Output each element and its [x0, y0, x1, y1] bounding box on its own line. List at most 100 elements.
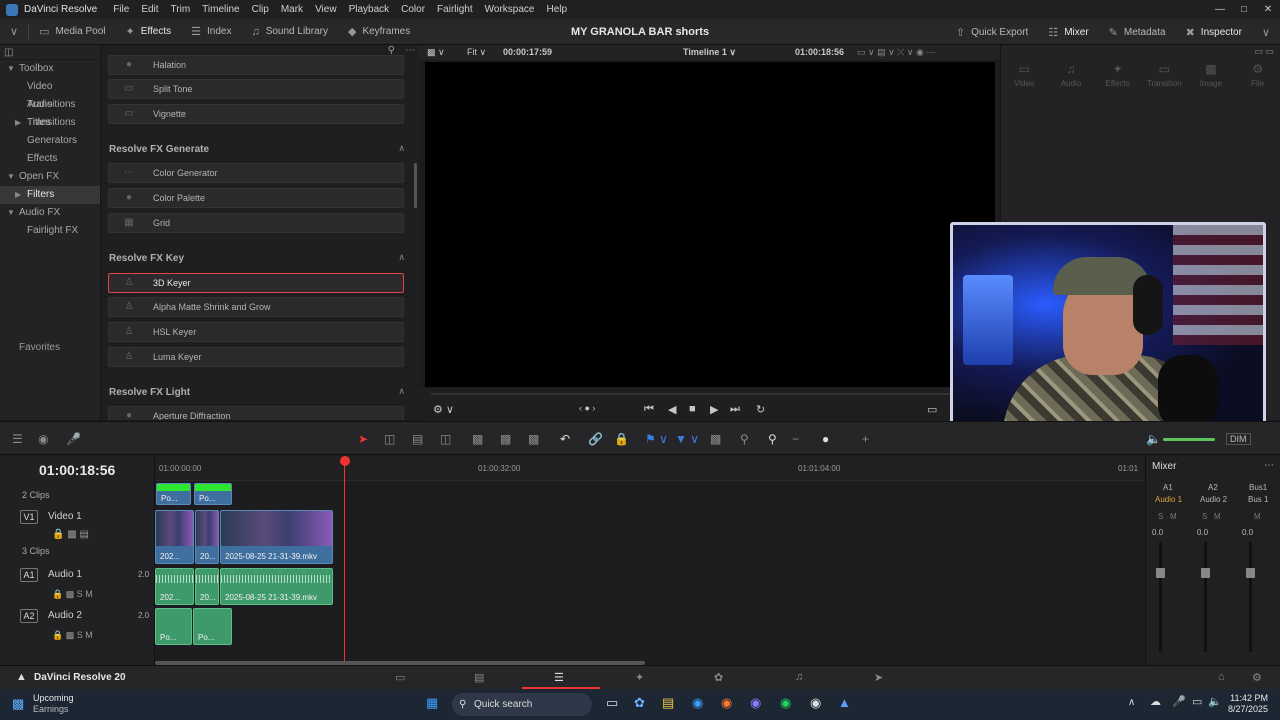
- firefox-icon[interactable]: ◉: [721, 695, 732, 711]
- fusion-page-icon[interactable]: ✦: [635, 671, 644, 684]
- sidebar-item-video-transitions[interactable]: Video Transitions: [0, 78, 100, 110]
- media-pool-button[interactable]: ▭ Media Pool: [29, 19, 115, 45]
- lock-icon[interactable]: 🔒: [614, 432, 629, 446]
- cut-page-icon[interactable]: ▤: [474, 671, 484, 684]
- tab-transition[interactable]: ▭ Transition: [1142, 62, 1186, 92]
- sidebar-item-effects[interactable]: Effects: [0, 150, 100, 168]
- index-button[interactable]: ☰ Index: [181, 19, 241, 45]
- audio-clip[interactable]: Po...: [193, 608, 232, 645]
- tab-effects[interactable]: ✦ Effects: [1096, 62, 1140, 92]
- media-page-icon[interactable]: ▭: [395, 671, 405, 684]
- tray-chevron-icon[interactable]: ∧: [1128, 697, 1135, 708]
- zoom-fit-icon[interactable]: ▩: [710, 432, 721, 446]
- color-page-icon[interactable]: ✿: [714, 671, 723, 684]
- chevron-up-icon[interactable]: ∧: [398, 252, 405, 263]
- fx-item-3d-keyer[interactable]: ♙ 3D Keyer: [108, 273, 404, 293]
- mixer-mute-bus1[interactable]: M: [1254, 512, 1261, 521]
- sidebar-favorites[interactable]: Favorites: [19, 342, 60, 353]
- mixer-name-audio1[interactable]: Audio 1: [1155, 495, 1182, 504]
- fx-item-aperture-diffraction[interactable]: ● Aperture Diffraction: [108, 406, 404, 420]
- menu-playback[interactable]: Playback: [343, 4, 396, 15]
- play-reverse-icon[interactable]: ◀: [668, 403, 676, 416]
- blade-tool-icon[interactable]: ▤: [412, 432, 423, 446]
- play-icon[interactable]: ▶: [710, 403, 718, 416]
- menu-timeline[interactable]: Timeline: [196, 4, 245, 15]
- selection-tool-icon[interactable]: ➤: [358, 432, 368, 446]
- mic-icon[interactable]: 🎤: [66, 432, 81, 446]
- menu-trim[interactable]: Trim: [165, 4, 197, 15]
- fullscreen-icon[interactable]: ▭: [927, 403, 937, 416]
- skip-to-start-icon[interactable]: ⏮: [644, 403, 654, 416]
- speaker-icon[interactable]: 🔈: [1146, 432, 1161, 446]
- more-options-icon[interactable]: ⋯: [1264, 460, 1274, 471]
- dynamic-trim-icon[interactable]: ◫: [440, 432, 451, 446]
- link-view-icon[interactable]: ◉: [38, 432, 48, 446]
- mixer-solo-mute-a1[interactable]: S M: [1158, 512, 1177, 521]
- mixer-solo-mute-a2[interactable]: S M: [1202, 512, 1221, 521]
- viewer-options-icon[interactable]: ▭ ∨ ▤ ∨ ⤫ ∨ ◉ ⋯: [857, 45, 935, 60]
- fx-group-generate[interactable]: Resolve FX Generate: [109, 144, 209, 155]
- keyframes-button[interactable]: ◆ Keyframes: [338, 19, 420, 45]
- fx-mode-icon[interactable]: ⚙ ∨: [433, 403, 454, 416]
- fx-item-alpha-matte[interactable]: ♙ Alpha Matte Shrink and Grow: [108, 297, 404, 317]
- menu-clip[interactable]: Clip: [246, 4, 275, 15]
- menu-workspace[interactable]: Workspace: [479, 4, 541, 15]
- jog-control[interactable]: ‹ ● ›: [579, 403, 595, 413]
- deliver-page-icon[interactable]: ➤: [874, 671, 883, 684]
- audio-clip[interactable]: Po...: [155, 608, 192, 645]
- menu-color[interactable]: Color: [395, 4, 431, 15]
- fx-item-color-palette[interactable]: ● Color Palette: [108, 188, 404, 208]
- menu-view[interactable]: View: [309, 4, 343, 15]
- menu-mark[interactable]: Mark: [275, 4, 309, 15]
- fx-item-color-generator[interactable]: ⋯ Color Generator: [108, 163, 404, 183]
- sidebar-item-generators[interactable]: Generators: [0, 132, 100, 150]
- chevron-up-icon[interactable]: ∧: [398, 143, 405, 154]
- link-icon[interactable]: 🔗: [588, 432, 603, 446]
- weather-widget[interactable]: Upcoming Earnings: [33, 693, 74, 715]
- tab-audio[interactable]: ♫ Audio: [1049, 62, 1093, 92]
- spotify-icon[interactable]: ◉: [780, 695, 791, 711]
- menu-file[interactable]: File: [107, 4, 135, 15]
- fx-item-grid[interactable]: ▦ Grid: [108, 213, 404, 233]
- onedrive-icon[interactable]: ☁: [1150, 695, 1161, 708]
- inspector-button[interactable]: ✖ Inspector: [1176, 19, 1252, 45]
- timeline-ruler[interactable]: 01:00:00:00 01:00:32:00 01:01:04:00 01:0…: [155, 456, 1145, 481]
- sidebar-item-toolbox[interactable]: ▼ Toolbox: [0, 60, 100, 78]
- copilot-icon[interactable]: ✿: [634, 695, 645, 711]
- timeline-selector[interactable]: Timeline 1 ∨: [683, 45, 736, 60]
- metadata-button[interactable]: ✎ Metadata: [1099, 19, 1176, 45]
- taskbar-clock[interactable]: 11:42 PM 8/27/2025: [1224, 693, 1268, 715]
- chevron-up-icon[interactable]: ∧: [398, 386, 405, 397]
- loop-icon[interactable]: ↻: [756, 403, 765, 416]
- fx-item-halation[interactable]: ● Halation: [108, 55, 404, 75]
- a2-track-name[interactable]: Audio 2: [48, 610, 82, 621]
- windows-start-icon[interactable]: ▦: [426, 695, 438, 711]
- viewer-scrubber[interactable]: [431, 393, 991, 395]
- marker-icon[interactable]: ▼ ∨: [675, 432, 699, 446]
- fx-group-light[interactable]: Resolve FX Light: [109, 387, 190, 398]
- fx-item-vignette[interactable]: ▭ Vignette: [108, 104, 404, 124]
- taskbar-search[interactable]: ⚲ Quick search: [452, 693, 592, 716]
- replace-clip-icon[interactable]: ▩: [528, 432, 539, 446]
- mixer-name-bus1[interactable]: Bus 1: [1248, 495, 1268, 504]
- title-clip[interactable]: Po...: [156, 483, 191, 505]
- trim-tool-icon[interactable]: ◫: [384, 432, 395, 446]
- zoom-custom-icon[interactable]: ⚲: [768, 432, 777, 446]
- fx-item-hsl-keyer[interactable]: ♙ HSL Keyer: [108, 322, 404, 342]
- zoom-in-icon[interactable]: +: [862, 432, 869, 446]
- discord-icon[interactable]: ◉: [750, 695, 761, 711]
- inspector-options-icon[interactable]: ▭ ▭: [1254, 46, 1274, 57]
- mixer-name-audio2[interactable]: Audio 2: [1200, 495, 1227, 504]
- file-explorer-icon[interactable]: ▤: [662, 695, 674, 711]
- fx-group-key[interactable]: Resolve FX Key: [109, 253, 184, 264]
- menu-edit[interactable]: Edit: [135, 4, 164, 15]
- a2-track-badge[interactable]: A2: [20, 609, 38, 623]
- minimize-icon[interactable]: —: [1208, 0, 1232, 19]
- toolbar-collapse-button[interactable]: ∨: [1252, 19, 1280, 45]
- playhead-handle[interactable]: [340, 456, 350, 466]
- audio-clip[interactable]: 20...: [195, 568, 219, 605]
- workspace-dropdown-button[interactable]: ∨: [0, 19, 28, 45]
- panel-toggle-icon[interactable]: ◫: [4, 47, 13, 58]
- playhead-line[interactable]: [344, 460, 345, 665]
- zoom-out-icon[interactable]: −: [792, 432, 799, 446]
